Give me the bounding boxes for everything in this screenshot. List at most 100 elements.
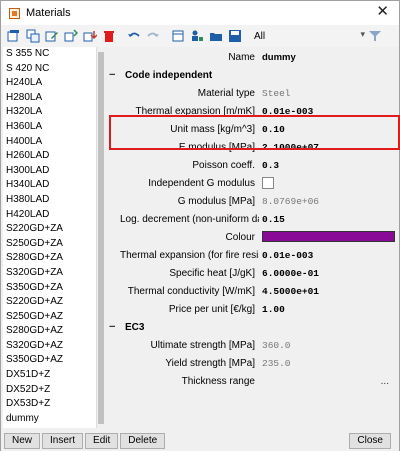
list-scrollbar[interactable]	[97, 47, 105, 428]
price-value[interactable]: 1.00	[262, 304, 285, 315]
prop-log-decrement-row[interactable]: Log. decrement (non-uniform da 0.15	[119, 210, 399, 228]
list-item[interactable]: H400LA	[3, 135, 96, 150]
list-item[interactable]: S220GD+ZA	[3, 222, 96, 237]
redo-icon[interactable]	[145, 28, 161, 44]
open-icon[interactable]	[208, 28, 224, 44]
list-item[interactable]: S250GD+AZ	[3, 310, 96, 325]
prop-g-modulus-row[interactable]: G modulus [MPa] 8.0769e+06	[119, 192, 399, 210]
prop-yield-strength-row[interactable]: Yield strength [MPa] 235.0	[119, 354, 399, 372]
list-item[interactable]: dummy	[3, 412, 96, 427]
list-item[interactable]: H320LA	[3, 105, 96, 120]
prop-poisson-row[interactable]: Poisson coeff. 0.3	[119, 156, 399, 174]
insert-button[interactable]: Insert	[42, 432, 84, 449]
prop-e-modulus-row[interactable]: E modulus [MPa] 2.1000e+07	[119, 138, 399, 156]
specific-heat-label: Specific heat [J/gK]	[169, 267, 255, 279]
list-item[interactable]: S350GD+ZA	[3, 281, 96, 296]
list-item[interactable]: S 420 NC	[3, 62, 96, 77]
export-icon[interactable]	[82, 28, 98, 44]
name-label: Name	[228, 51, 255, 63]
filter-icon[interactable]	[367, 28, 383, 44]
prop-ultimate-strength-row[interactable]: Ultimate strength [MPa] 360.0	[119, 336, 399, 354]
close-window-icon[interactable]: ✕	[376, 4, 389, 20]
thickness-range-more-button[interactable]: ...	[381, 376, 389, 387]
list-scrollbar-thumb[interactable]	[98, 52, 104, 424]
database-icon[interactable]	[170, 28, 186, 44]
prop-unit-mass-row[interactable]: Unit mass [kg/m^3] 0.10	[119, 120, 399, 138]
materials-window: Materials ✕ All ▾ S 355 NC S 420 NC H240…	[0, 0, 400, 451]
properties-gutter	[105, 47, 119, 428]
prop-thermal-expansion-row[interactable]: Thermal expansion [m/mK] 0.01e-003	[119, 102, 399, 120]
list-item[interactable]: H260LAD	[3, 149, 96, 164]
prop-thickness-range-row[interactable]: Thickness range ...	[119, 372, 399, 390]
unit-mass-value[interactable]: 0.10	[262, 124, 285, 135]
yield-strength-value: 235.0	[262, 357, 291, 369]
bottom-button-bar: New Insert Edit Delete Close	[1, 430, 399, 451]
list-item[interactable]: H240LA	[3, 76, 96, 91]
specific-heat-value[interactable]: 6.0000e-01	[262, 268, 319, 279]
name-value[interactable]: dummy	[262, 52, 296, 63]
list-item[interactable]: S250GD+ZA	[3, 237, 96, 252]
section-ec3[interactable]: − EC3	[109, 318, 399, 336]
edit-button[interactable]: Edit	[85, 432, 119, 449]
list-item[interactable]: H420LAD	[3, 208, 96, 223]
e-modulus-value[interactable]: 2.1000e+07	[262, 142, 319, 153]
thermal-conductivity-value[interactable]: 4.5000e+01	[262, 286, 319, 297]
prop-material-type-row[interactable]: Material type Steel	[119, 84, 399, 102]
thermal-expansion-value[interactable]: 0.01e-003	[262, 106, 313, 117]
ultimate-strength-label: Ultimate strength [MPa]	[150, 339, 255, 351]
import-icon[interactable]	[63, 28, 79, 44]
delete-button[interactable]: Delete	[120, 432, 166, 449]
list-item[interactable]: S320GD+ZA	[3, 266, 96, 281]
prop-thermal-fire-row[interactable]: Thermal expansion (for fire resis 0.01e-…	[119, 246, 399, 264]
price-label: Price per unit [€/kg]	[168, 303, 255, 315]
delete-icon[interactable]	[101, 28, 117, 44]
users-icon[interactable]	[189, 28, 205, 44]
e-modulus-label: E modulus [MPa]	[178, 141, 255, 153]
thermal-expansion-label: Thermal expansion [m/mK]	[135, 105, 256, 117]
list-item[interactable]: H360LA	[3, 120, 96, 135]
list-item[interactable]: DX53D+Z	[3, 397, 96, 412]
collapse-icon[interactable]: −	[109, 321, 119, 333]
list-item[interactable]: H380LAD	[3, 193, 96, 208]
list-item[interactable]: S350GD+AZ	[3, 353, 96, 368]
undo-icon[interactable]	[126, 28, 142, 44]
prop-price-row[interactable]: Price per unit [€/kg] 1.00	[119, 300, 399, 318]
list-item[interactable]: H280LA	[3, 91, 96, 106]
log-decrement-value[interactable]: 0.15	[262, 214, 285, 225]
list-item[interactable]: DX52D+Z	[3, 383, 96, 398]
poisson-value[interactable]: 0.3	[262, 160, 279, 171]
new-button[interactable]: New	[4, 432, 41, 449]
list-item[interactable]: S 355 NC	[3, 47, 96, 62]
prop-independent-g-row[interactable]: Independent G modulus	[119, 174, 399, 192]
prop-specific-heat-row[interactable]: Specific heat [J/gK] 6.0000e-01	[119, 264, 399, 282]
close-button[interactable]: Close	[349, 433, 391, 449]
list-item[interactable]: S280GD+AZ	[3, 324, 96, 339]
thermal-fire-value[interactable]: 0.01e-003	[262, 250, 313, 261]
prop-thermal-conductivity-row[interactable]: Thermal conductivity [W/mK] 4.5000e+01	[119, 282, 399, 300]
thickness-range-label: Thickness range	[181, 375, 255, 387]
list-item[interactable]: H340LAD	[3, 178, 96, 193]
materials-app-icon	[9, 7, 20, 19]
g-modulus-value: 8.0769e+06	[262, 195, 320, 207]
colour-swatch[interactable]	[262, 231, 395, 242]
list-item[interactable]: S280GD+ZA	[3, 251, 96, 266]
edit-icon[interactable]	[44, 28, 60, 44]
save-icon[interactable]	[227, 28, 243, 44]
list-item[interactable]: H300LAD	[3, 164, 96, 179]
yield-strength-label: Yield strength [MPa]	[165, 357, 255, 369]
new-icon[interactable]	[6, 28, 22, 44]
list-item[interactable]: DX51D+Z	[3, 368, 96, 383]
prop-name-row[interactable]: Name dummy	[119, 48, 399, 66]
prop-colour-row[interactable]: Colour	[119, 228, 399, 246]
filter-dropdown-icon[interactable]: ▾	[360, 29, 365, 40]
materials-list[interactable]: S 355 NC S 420 NC H240LA H280LA H320LA H360LA…	[3, 47, 97, 428]
ultimate-strength-value: 360.0	[262, 339, 291, 351]
section-code-independent[interactable]: − Code independent	[109, 66, 399, 84]
title-bar: Materials ✕	[1, 1, 399, 25]
independent-g-checkbox[interactable]	[262, 177, 274, 189]
list-item[interactable]: S320GD+AZ	[3, 339, 96, 354]
list-item[interactable]: S220GD+AZ	[3, 295, 96, 310]
collapse-icon[interactable]: −	[109, 69, 119, 81]
copy-icon[interactable]	[25, 28, 41, 44]
thermal-conductivity-label: Thermal conductivity [W/mK]	[127, 285, 255, 297]
